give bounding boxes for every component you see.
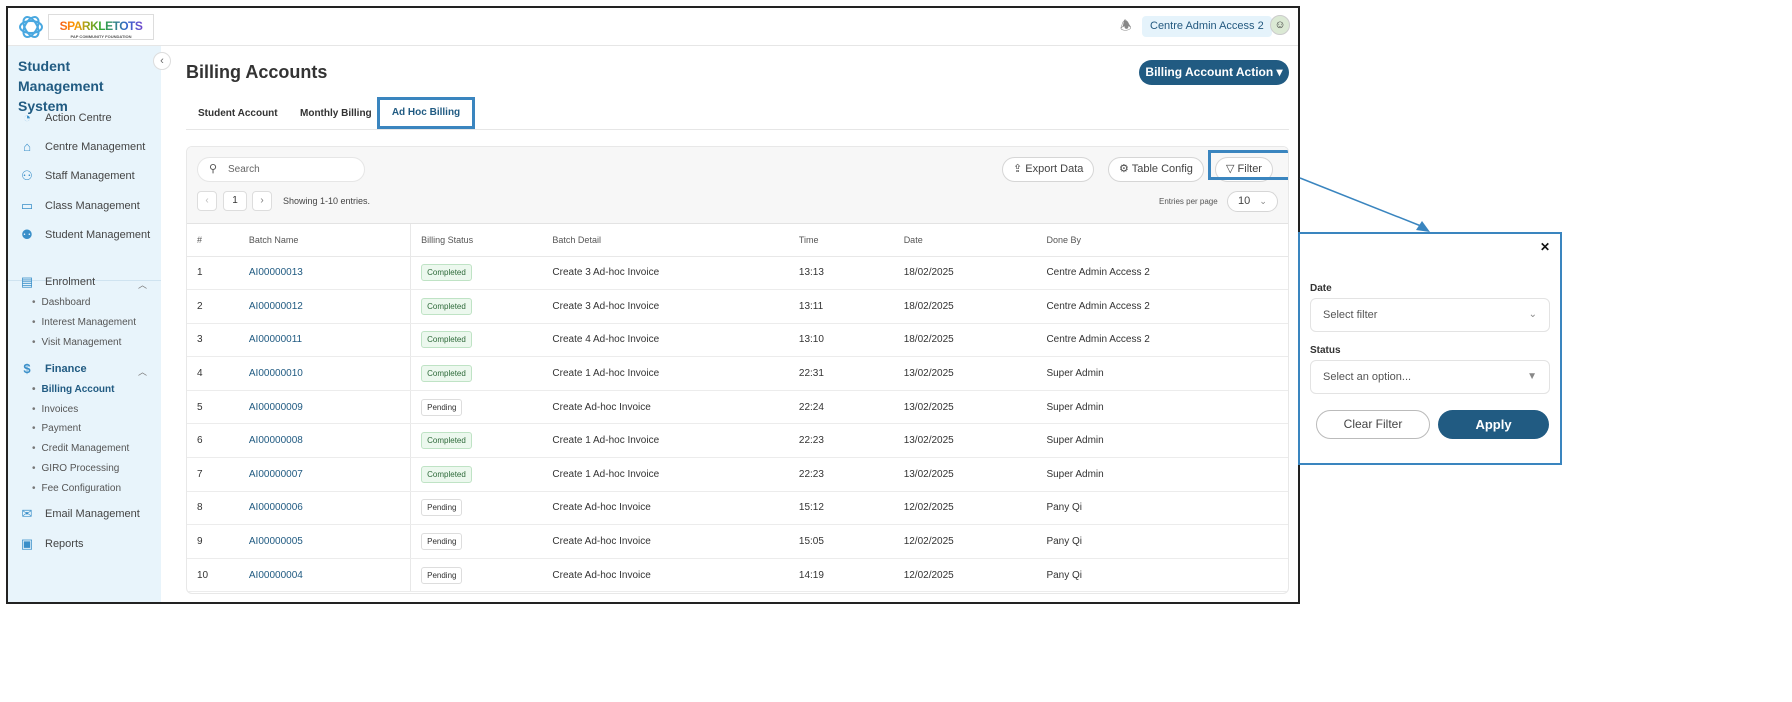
close-icon[interactable]: ✕ xyxy=(1540,240,1550,254)
placeholder: Select an option... xyxy=(1323,371,1412,383)
status-label: Status xyxy=(1310,345,1341,356)
collapse-sidebar-button[interactable]: ‹ xyxy=(153,52,171,70)
apply-button[interactable]: Apply xyxy=(1438,410,1549,439)
chevron-down-icon: ⌄ xyxy=(1528,309,1537,320)
date-label: Date xyxy=(1310,283,1332,294)
clear-filter-button[interactable]: Clear Filter xyxy=(1316,410,1430,439)
date-filter-select[interactable]: Select filter ⌄ xyxy=(1310,298,1550,332)
caret-down-icon: ▼ xyxy=(1527,371,1537,382)
status-filter-select[interactable]: Select an option... ▼ xyxy=(1310,360,1550,394)
filter-panel: ✕ Date Select filter ⌄ Status Select an o… xyxy=(1298,232,1562,465)
placeholder: Select filter xyxy=(1323,309,1378,321)
